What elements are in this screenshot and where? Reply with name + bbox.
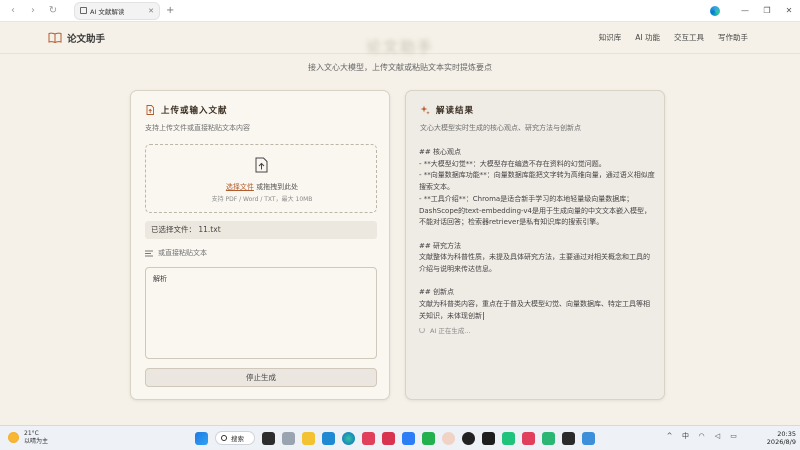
file-explorer-icon[interactable]	[302, 431, 315, 445]
generating-status-text: AI 正在生成...	[430, 327, 471, 335]
maximize-button[interactable]: ❐	[756, 6, 778, 15]
app-icon-green-2[interactable]	[542, 431, 555, 445]
generated-output-text: ## 核心观点 - **大模型幻觉**：大模型存在编造不存在资料的幻觉问题。 -…	[419, 148, 655, 320]
system-tray: ^ 中 ◠ ◁ ▭	[665, 432, 738, 441]
ime-indicator[interactable]: 中	[681, 432, 690, 441]
new-tab-button[interactable]: +	[166, 5, 174, 16]
clock-time: 20:35	[777, 430, 796, 438]
back-icon[interactable]: ‹	[6, 4, 20, 18]
temperature: 21°C	[24, 430, 39, 437]
sun-icon	[8, 432, 19, 443]
taskbar-apps: 搜索	[195, 431, 595, 445]
choose-file-link[interactable]: 选择文件	[226, 183, 254, 191]
dropzone-text: 选择文件 或拖拽到此处	[146, 182, 378, 192]
loading-spinner-icon	[419, 327, 425, 333]
result-panel-title: 解读结果	[436, 106, 475, 116]
hero-title: 论文助手	[365, 38, 434, 56]
app-icon-red-3[interactable]	[522, 431, 535, 445]
paste-text-input[interactable]: 解析	[145, 267, 377, 359]
dingtalk-icon[interactable]	[402, 431, 415, 445]
taskbar-search[interactable]: 搜索	[215, 431, 255, 445]
file-dropzone[interactable]: 选择文件 或拖拽到此处 支持 PDF / Word / TXT，最大 10MB	[145, 144, 377, 213]
file-upload-icon	[255, 157, 268, 173]
document-upload-icon	[146, 105, 154, 115]
paste-label-row: 或直接粘贴文本	[145, 248, 207, 258]
qq-icon[interactable]	[462, 431, 475, 445]
vscode-icon[interactable]	[322, 431, 335, 445]
input-panel-description: 支持上传文件或直接粘贴文本内容	[145, 124, 250, 132]
tab-close-icon[interactable]: ✕	[148, 7, 154, 15]
typing-cursor	[483, 311, 484, 320]
selected-file-label: 已选择文件： 11.txt	[145, 221, 377, 239]
sparkle-icon	[420, 105, 430, 115]
browser-tab-bar: ‹ › ↻ AI 文献解读 ✕ + — ❐ ✕	[0, 0, 800, 22]
hero-subtitle: 接入文心大模型，上传文献或粘贴文本实时提炼要点	[308, 63, 492, 72]
weather-widget[interactable]: 21°C 以晴为主	[8, 430, 48, 445]
system-clock[interactable]: 20:35 2026/8/9	[762, 430, 796, 446]
result-panel: 解读结果 文心大模型实时生成的核心观点、研究方法与创新点 ## 核心观点 - *…	[405, 90, 665, 400]
input-panel: 上传或输入文献 支持上传文件或直接粘贴文本内容 选择文件 或拖拽到此处 支持 P…	[130, 90, 390, 400]
reload-icon[interactable]: ↻	[46, 4, 60, 18]
taskbar-search-label: 搜索	[231, 435, 244, 443]
forward-icon[interactable]: ›	[26, 4, 40, 18]
start-icon[interactable]	[195, 431, 208, 445]
chevron-up-icon[interactable]: ^	[665, 432, 674, 441]
minimize-button[interactable]: —	[734, 6, 756, 15]
dropzone-drag-text: 或拖拽到此处	[253, 183, 299, 191]
weather-condition: 以晴为主	[24, 437, 49, 445]
windows-taskbar: 21°C 以晴为主 搜索 ^ 中 ◠ ◁ ▭ 20:35 2026/8/9	[0, 425, 800, 450]
browser-tab[interactable]: AI 文献解读 ✕	[74, 1, 160, 20]
app-icon-red-2[interactable]	[382, 431, 395, 445]
generated-output: ## 核心观点 - **大模型幻觉**：大模型存在编造不存在资料的幻觉问题。 -…	[419, 147, 655, 323]
window-controls: — ❐ ✕	[710, 0, 800, 22]
input-panel-title: 上传或输入文献	[161, 106, 228, 116]
result-panel-header: 解读结果	[420, 104, 474, 116]
pycharm-icon[interactable]	[482, 431, 495, 445]
stop-generation-button[interactable]: 停止生成	[145, 368, 377, 387]
battery-icon[interactable]: ▭	[729, 432, 738, 441]
weather-text: 21°C 以晴为主	[24, 430, 48, 445]
task-view-icon[interactable]	[262, 431, 275, 445]
app-icon-green[interactable]	[502, 431, 515, 445]
dropzone-hint: 支持 PDF / Word / TXT，最大 10MB	[211, 196, 313, 203]
terminal-icon[interactable]	[562, 431, 575, 445]
copilot-icon[interactable]	[710, 5, 720, 16]
speaker-icon[interactable]: ◁	[713, 432, 722, 441]
close-window-button[interactable]: ✕	[778, 6, 800, 15]
generating-status: AI 正在生成...	[419, 325, 471, 335]
search-icon	[221, 435, 227, 441]
tab-title: AI 文献解读	[90, 7, 125, 16]
app-icon-red-1[interactable]	[362, 431, 375, 445]
wifi-icon[interactable]: ◠	[697, 432, 706, 441]
avatar-app-icon[interactable]	[442, 431, 455, 445]
page-icon	[80, 7, 87, 14]
text-lines-icon	[145, 250, 153, 256]
input-panel-header: 上传或输入文献	[145, 104, 228, 116]
result-panel-description: 文心大模型实时生成的核心观点、研究方法与创新点	[420, 124, 581, 132]
paste-label: 或直接粘贴文本	[158, 249, 207, 257]
edge-icon[interactable]	[342, 431, 355, 445]
notepad-icon[interactable]	[582, 431, 595, 445]
clock-date: 2026/8/9	[766, 438, 796, 446]
store-icon[interactable]	[282, 431, 295, 445]
wechat-icon[interactable]	[422, 431, 435, 445]
